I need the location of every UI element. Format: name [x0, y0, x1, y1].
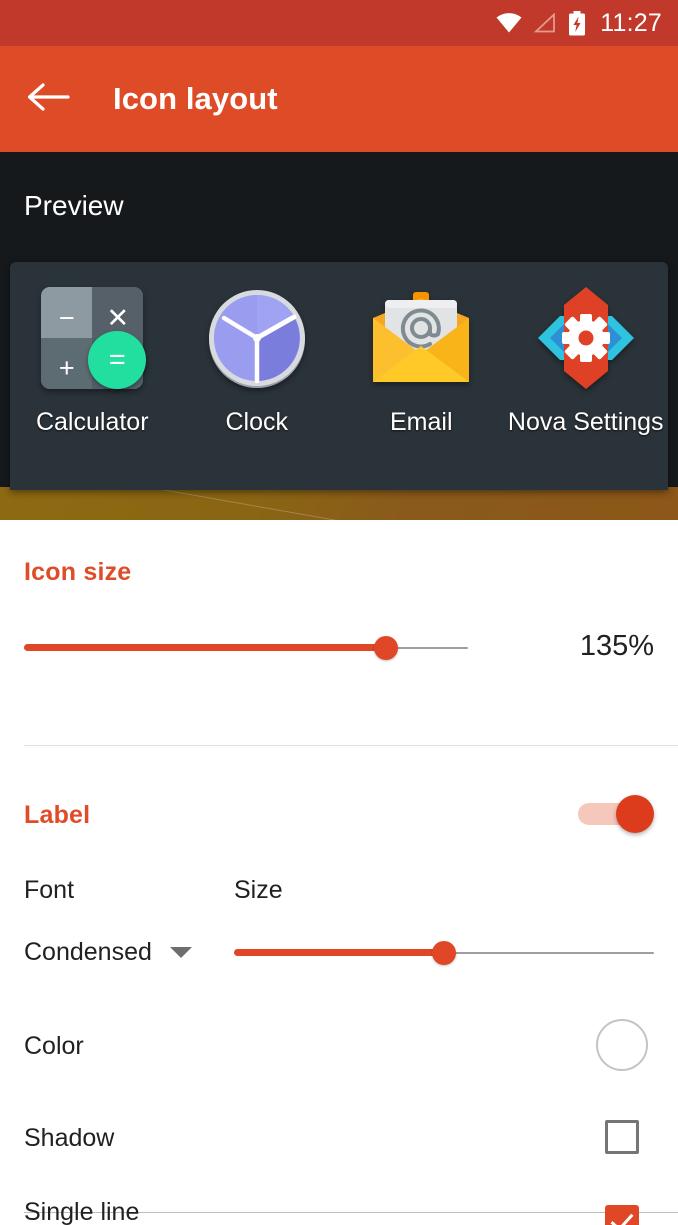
- icon-layout-screen: 11:27 Icon layout Preview − ✕ + = Calcul…: [0, 0, 678, 1225]
- preview-app-label: Nova Settings: [507, 408, 664, 436]
- label-color-swatch[interactable]: [596, 1019, 648, 1071]
- wallpaper-line: [149, 487, 564, 520]
- size-label: Size: [234, 876, 283, 904]
- font-label: Font: [24, 876, 75, 904]
- preview-app-label: Clock: [225, 408, 288, 436]
- chevron-down-icon: [169, 947, 192, 958]
- nova-settings-icon: [532, 284, 640, 392]
- color-label: Color: [24, 1032, 84, 1060]
- preview-app-nova-settings[interactable]: Nova Settings: [507, 284, 665, 437]
- slider-thumb[interactable]: [374, 636, 398, 660]
- calculator-icon: − ✕ + =: [38, 284, 147, 392]
- single-line-checkbox[interactable]: [605, 1205, 639, 1225]
- preview-app-calculator[interactable]: − ✕ + = Calculator: [13, 284, 171, 437]
- clock-icon: [203, 284, 311, 392]
- slider-thumb[interactable]: [432, 941, 456, 965]
- font-dropdown-value: Condensed: [24, 938, 152, 966]
- wallpaper-strip: [0, 487, 678, 520]
- preview-app-clock[interactable]: Clock: [178, 284, 336, 437]
- icon-size-value: 135%: [579, 630, 654, 662]
- shadow-checkbox[interactable]: [605, 1120, 639, 1154]
- email-envelope-icon: [367, 284, 475, 392]
- toggle-thumb: [616, 795, 654, 833]
- cell-signal-icon: [533, 12, 557, 33]
- battery-charging-icon: [568, 11, 586, 36]
- label-heading: Label: [24, 801, 91, 829]
- single-line-label: Single line: [24, 1198, 140, 1225]
- preview-app-email[interactable]: Email: [342, 284, 500, 437]
- label-toggle[interactable]: [578, 794, 656, 834]
- slider-fill: [24, 644, 386, 651]
- font-dropdown[interactable]: Condensed: [24, 938, 192, 967]
- preview-app-label: Calculator: [35, 408, 149, 436]
- icon-size-heading: Icon size: [24, 558, 132, 586]
- back-arrow-icon: [26, 81, 70, 118]
- preview-section: Preview − ✕ + = Calculator Clock Email N…: [0, 152, 678, 520]
- back-button[interactable]: [22, 73, 74, 125]
- slider-fill: [234, 949, 444, 956]
- status-clock: 11:27: [600, 8, 662, 37]
- app-bar: Icon layout: [0, 46, 678, 152]
- preview-card: − ✕ + = Calculator Clock Email Nova Sett…: [10, 262, 668, 490]
- section-divider: [24, 745, 678, 746]
- icon-size-slider[interactable]: [24, 630, 468, 666]
- label-size-slider[interactable]: [234, 935, 654, 971]
- status-bar: 11:27: [0, 0, 678, 46]
- preview-app-label: Email: [389, 408, 453, 436]
- status-icon-group: 11:27: [496, 9, 662, 38]
- settings-list: Icon size 135% Label Font Size Condensed: [0, 520, 678, 1225]
- wifi-icon: [496, 13, 522, 33]
- page-title: Icon layout: [113, 81, 278, 116]
- shadow-label: Shadow: [24, 1124, 115, 1152]
- preview-heading: Preview: [24, 190, 124, 221]
